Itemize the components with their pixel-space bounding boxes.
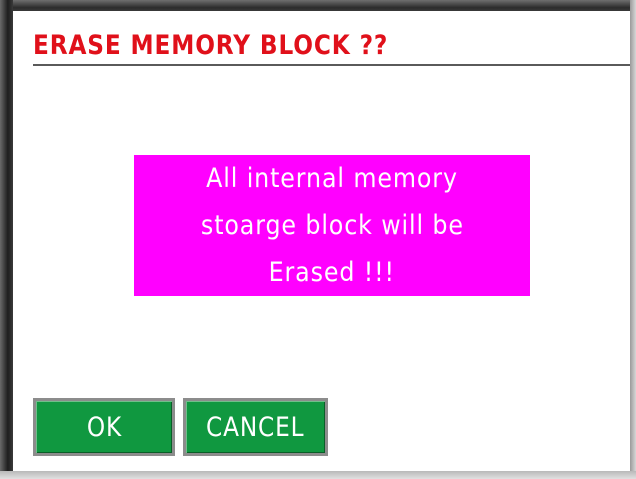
device-bezel-top bbox=[0, 0, 636, 11]
device-bezel-bottom bbox=[0, 471, 636, 479]
erase-memory-screen: ERASE MEMORY BLOCK ?? All internal memor… bbox=[13, 11, 630, 471]
cancel-button-label: CANCEL bbox=[206, 411, 305, 443]
page-title: ERASE MEMORY BLOCK ?? bbox=[33, 30, 389, 61]
title-divider bbox=[33, 64, 630, 66]
warning-message-box: All internal memory stoarge block will b… bbox=[134, 155, 530, 296]
warning-message-line: All internal memory bbox=[206, 163, 458, 194]
warning-message-line: Erased !!! bbox=[268, 257, 396, 288]
device-bezel-left bbox=[0, 0, 13, 479]
device-bezel-right bbox=[630, 0, 636, 479]
ok-button[interactable]: OK bbox=[33, 398, 175, 456]
warning-message-line: stoarge block will be bbox=[200, 210, 464, 241]
cancel-button[interactable]: CANCEL bbox=[183, 398, 328, 456]
ok-button-label: OK bbox=[86, 411, 122, 443]
